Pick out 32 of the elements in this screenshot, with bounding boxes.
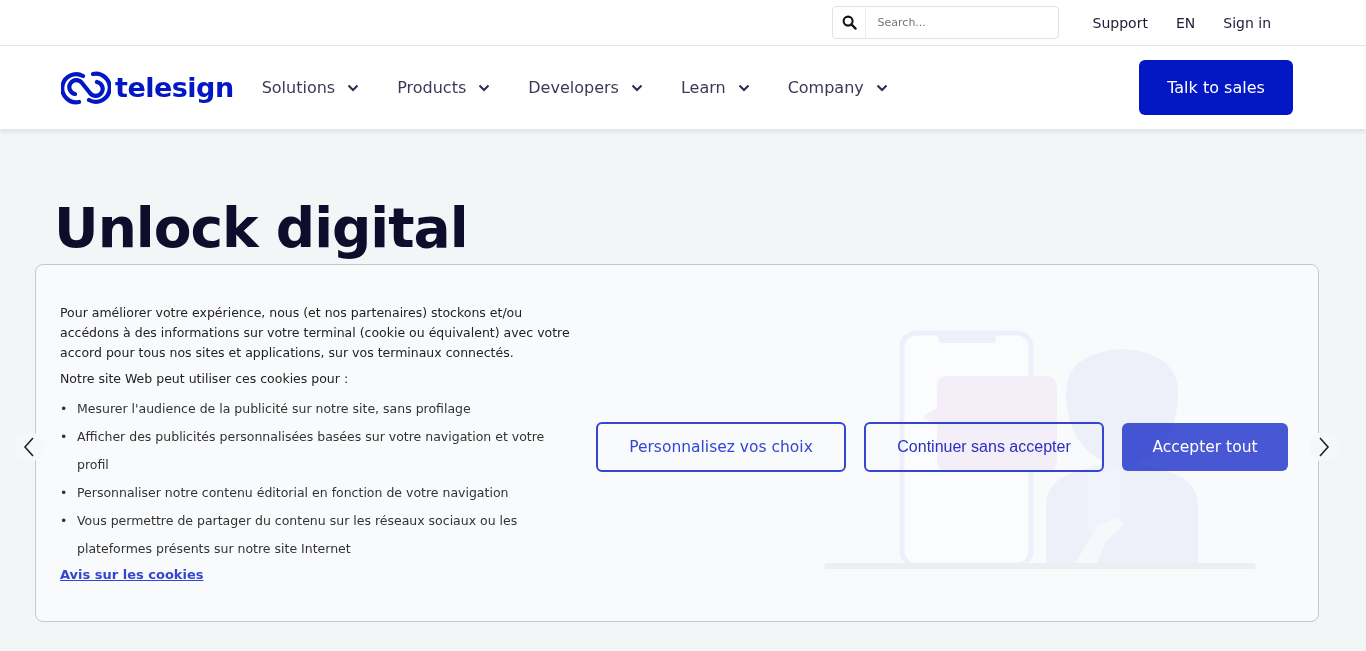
bullet-mark: • <box>60 400 69 418</box>
chevron-down-icon <box>347 83 360 92</box>
chevron-down-icon <box>737 83 750 92</box>
top-link[interactable]: EN <box>1175 14 1196 31</box>
nav-menu-item[interactable]: Solutions <box>261 78 360 97</box>
bullet-mark: • <box>60 484 69 502</box>
nav-menu-item[interactable]: Learn <box>680 78 750 97</box>
cookie-consent-button[interactable]: Personnalisez vos choix <box>596 422 846 472</box>
cookie-purpose-item: Vous permettre de partager du contenu sur les réseaux sociaux ou les plateformes présents sur notre site Internet <box>77 512 519 558</box>
top-link[interactable]: Support <box>1092 14 1148 31</box>
nav-menu-item[interactable]: Products <box>397 78 491 97</box>
cookie-purpose-item: Personnaliser notre contenu éditorial en fonction de votre navigation <box>77 484 510 502</box>
top-link[interactable]: Sign in <box>1223 14 1271 31</box>
chevron-down-icon <box>630 83 643 92</box>
logo-icon <box>61 69 111 106</box>
cookie-consent-button[interactable]: Accepter tout <box>1122 423 1288 471</box>
cookie-consent-button[interactable]: Continuer sans accepter <box>864 422 1104 472</box>
cookie-purpose-item: Afficher des publicités personnalisées basées sur votre navigation et votre profil <box>77 428 546 474</box>
hero-heading: Unlock digital <box>54 195 468 261</box>
bullet-mark: • <box>60 512 69 530</box>
chevron-down-icon <box>875 83 888 92</box>
cookie-purpose-heading: Notre site Web peut utiliser ces cookies pour : <box>60 370 350 388</box>
bullet-mark: • <box>60 428 69 446</box>
talk-to-sales-button[interactable]: Talk to sales <box>1139 60 1293 115</box>
search-icon <box>841 15 857 30</box>
logo-text[interactable]: telesign <box>115 72 234 103</box>
chevron-down-icon <box>478 83 491 92</box>
nav-menu-item[interactable]: Company <box>787 78 888 97</box>
nav-menu-item[interactable]: Developers <box>528 78 643 97</box>
cookie-purpose-item: Mesurer l'audience de la publicité sur notre site, sans profilage <box>77 400 472 418</box>
cookie-notice-link[interactable]: Avis sur les cookies <box>60 567 204 582</box>
cookie-intro-text: Pour améliorer votre expérience, nous (et nos partenaires) stockons et/ou accédons à des informations sur votre terminal (cookie ou équivalent) avec votre accord pour tous nos sites et applications, sur vos terminaux connectés. <box>60 304 571 362</box>
